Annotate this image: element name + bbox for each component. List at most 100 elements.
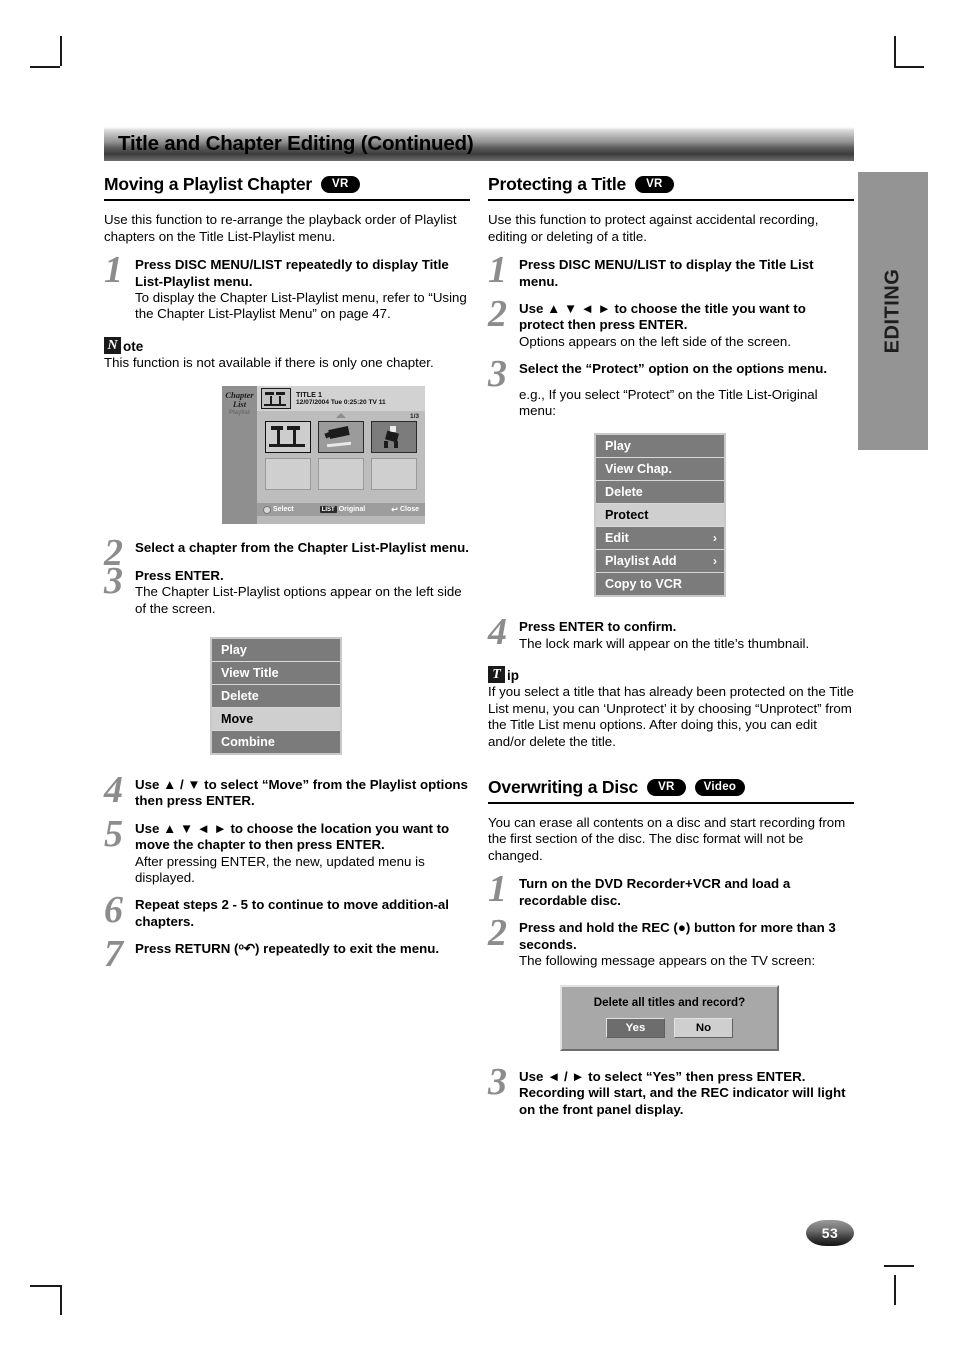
right-column: Protecting a Title VR Use this function … (488, 174, 854, 1129)
menu-item-label: View Chap. (605, 462, 672, 477)
chevron-right-icon: › (713, 531, 717, 546)
scroll-up-arrow-icon[interactable] (336, 413, 346, 419)
step-number: 2 (488, 912, 507, 955)
screen-header-thumbnail (261, 388, 291, 410)
step-number: 1 (488, 249, 507, 292)
step-sub-text: Options appears on the left side of the … (519, 333, 792, 349)
menu-item-playlist-add[interactable]: Playlist Add › (596, 550, 724, 574)
crop-mark-top-left-v (60, 36, 62, 66)
playlist-options-menu: Play View Title Delete Move Combine (210, 637, 342, 756)
menu-item-label: Play (605, 439, 631, 454)
footer-close-label: Close (399, 506, 419, 514)
footer-original-label: Original (338, 506, 366, 514)
chapter-list-playlist-screen-mock: Chapter List Playlist TITLE 1 12/07/2004… (222, 386, 425, 525)
thumbnail-cell-empty[interactable] (371, 458, 417, 491)
menu-item-label: Move (221, 712, 254, 727)
note-glyph-icon: N (104, 336, 121, 354)
crop-mark-bottom-left-v (60, 1285, 62, 1315)
step-sub-text: The Chapter List-Playlist options appear… (135, 584, 462, 616)
animal-art-icon (319, 422, 363, 452)
thumbnail-cell-selected[interactable] (265, 421, 311, 454)
section-heading-text: Moving a Playlist Chapter (104, 174, 312, 194)
step-sub-text: After pressing ENTER, the new, updated m… (135, 853, 425, 886)
section-intro-text: Use this function to protect against acc… (488, 212, 819, 244)
section-tab-label: EDITING (881, 268, 904, 354)
left-column: Moving a Playlist Chapter VR Use this fu… (104, 174, 470, 973)
section-heading-text: Protecting a Title (488, 174, 627, 194)
no-button[interactable]: No (674, 1018, 733, 1038)
tip-callout-head: Tip (488, 666, 854, 684)
menu-item-delete[interactable]: Delete (596, 481, 724, 505)
dialog-buttons: Yes No (562, 1018, 777, 1038)
screen-page-indicator: 1/3 (409, 413, 419, 421)
menu-item-delete[interactable]: Delete (212, 685, 340, 709)
video-badge: Video (694, 778, 746, 796)
crop-mark-top-left-h (30, 66, 60, 68)
thumbnail-cell[interactable] (371, 421, 417, 454)
tree-art-icon (262, 389, 290, 408)
step-number: 3 (488, 353, 507, 396)
thumbnail-row (265, 421, 417, 454)
return-arrow-icon: ↩ (391, 505, 398, 515)
menu-item-label: Playlist Add (605, 554, 677, 569)
step-item: 2 Select a chapter from the Chapter List… (104, 534, 470, 572)
menu-item-view-title[interactable]: View Title (212, 662, 340, 686)
footer-select-hint: Select (263, 505, 294, 514)
thumbnail-row (265, 458, 417, 491)
section-heading-moving-playlist-chapter: Moving a Playlist Chapter VR (104, 174, 470, 201)
vr-badge: VR (320, 175, 360, 194)
step-lead-text: Press ENTER. (135, 567, 224, 583)
screen-header-meta: TITLE 1 12/07/2004 Tue 0:25:20 TV 11 (296, 390, 386, 407)
menu-item-combine[interactable]: Combine (212, 731, 340, 754)
footer-select-label: Select (273, 506, 294, 514)
step-lead-text: Turn on the DVD Recorder+VCR and load a … (519, 876, 791, 908)
step-item: 1 Turn on the DVD Recorder+VCR and load … (488, 870, 854, 909)
step-lead-text: Press DISC MENU/LIST to display the Titl… (519, 257, 814, 289)
enter-button-icon (263, 505, 271, 514)
step-item: 4 Press ENTER to confirm. The lock mark … (488, 613, 854, 652)
menu-item-edit[interactable]: Edit › (596, 527, 724, 551)
crop-mark-bottom-left-h (30, 1285, 60, 1287)
tip-callout: Tip If you select a title that has alrea… (488, 666, 854, 750)
menu-item-view-chap[interactable]: View Chap. (596, 458, 724, 482)
menu-item-play[interactable]: Play (596, 435, 724, 459)
crop-mark-bottom-right-h (884, 1265, 914, 1267)
step-item: 6 Repeat steps 2 - 5 to continue to move… (104, 891, 470, 930)
menu-item-protect[interactable]: Protect (596, 504, 724, 528)
section-intro-text: Use this function to re-arrange the play… (104, 212, 457, 244)
screen-meta-label: 12/07/2004 Tue 0:25:20 TV 11 (296, 399, 386, 407)
thumbnail-cell-empty[interactable] (265, 458, 311, 491)
step-number: 4 (488, 611, 507, 654)
note-callout-body: This function is not available if there … (104, 354, 434, 370)
step-sub-text: To display the Chapter List-Playlist men… (135, 290, 467, 322)
menu-item-label: Delete (221, 689, 259, 704)
yes-button[interactable]: Yes (606, 1018, 665, 1038)
menu-item-play[interactable]: Play (212, 639, 340, 663)
section-heading-protecting-a-title: Protecting a Title VR (488, 174, 854, 201)
step-number: 3 (104, 559, 123, 602)
step-lead-text: Press ENTER to confirm. (519, 619, 677, 635)
crop-mark-bottom-right-v (894, 1275, 896, 1305)
step-lead-text: Press and hold the REC (●) button for mo… (519, 920, 836, 952)
thumbnail-cell-empty[interactable] (318, 458, 364, 491)
screen-left-pane: Chapter List Playlist (222, 386, 257, 525)
menu-item-label: Delete (605, 485, 643, 500)
section-heading-text: Overwriting a Disc (488, 776, 639, 797)
chevron-right-icon: › (713, 554, 717, 569)
tip-callout-title: ip (507, 668, 519, 684)
footer-original-hint: LIST Original (319, 506, 366, 514)
screen-title-label: TITLE 1 (296, 390, 322, 400)
screen-pane-title: Chapter List (225, 390, 254, 409)
dialog-question: Delete all titles and record? (593, 996, 746, 1010)
figure-art-icon (372, 422, 416, 452)
section-intro-text: You can erase all contents on a disc and… (488, 814, 846, 863)
page-banner: Title and Chapter Editing (Continued) (104, 127, 854, 161)
vr-badge: VR (635, 175, 674, 194)
menu-item-move[interactable]: Move (212, 708, 340, 732)
step-item: 3 Press ENTER. The Chapter List-Playlist… (104, 562, 470, 617)
page-title: Title and Chapter Editing (Continued) (118, 132, 474, 155)
menu-item-copy-to-vcr[interactable]: Copy to VCR (596, 573, 724, 596)
step-lead-text: Use ▲ ▼ ◄ ► to choose the title you want… (519, 301, 806, 333)
thumbnail-cell[interactable] (318, 421, 364, 454)
menu-item-label: View Title (221, 666, 279, 681)
